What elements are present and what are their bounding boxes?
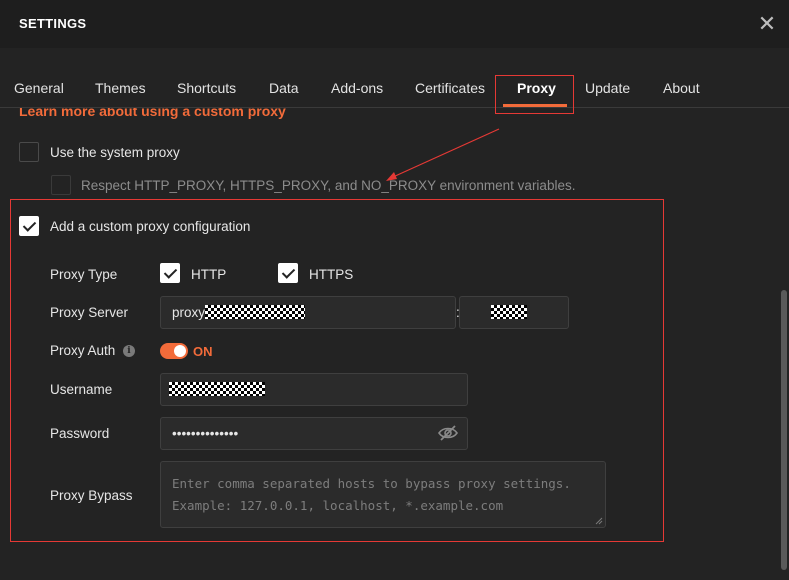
settings-tabs: General Themes Shortcuts Data Add-ons Ce… xyxy=(0,66,789,108)
learn-more-link[interactable]: Learn more about using a custom proxy xyxy=(19,108,286,119)
close-icon[interactable]: ✕ xyxy=(755,12,779,36)
use-system-proxy-label: Use the system proxy xyxy=(50,145,180,160)
respect-env-checkbox[interactable] xyxy=(51,175,71,195)
tab-data[interactable]: Data xyxy=(269,80,299,96)
scrollbar-thumb[interactable] xyxy=(781,290,787,570)
tab-themes[interactable]: Themes xyxy=(95,80,146,96)
tab-add-ons[interactable]: Add-ons xyxy=(331,80,383,96)
dialog-title: SETTINGS xyxy=(19,16,87,31)
scrollbar[interactable] xyxy=(778,108,789,580)
tab-shortcuts[interactable]: Shortcuts xyxy=(177,80,236,96)
tab-certificates[interactable]: Certificates xyxy=(415,80,485,96)
use-system-proxy-checkbox[interactable] xyxy=(19,142,39,162)
respect-env-label: Respect HTTP_PROXY, HTTPS_PROXY, and NO_… xyxy=(81,178,576,193)
tab-about[interactable]: About xyxy=(663,80,700,96)
tab-general[interactable]: General xyxy=(14,80,64,96)
custom-proxy-highlight-annotation xyxy=(10,199,664,542)
tab-update[interactable]: Update xyxy=(585,80,630,96)
title-bar: SETTINGS ✕ xyxy=(0,0,789,48)
